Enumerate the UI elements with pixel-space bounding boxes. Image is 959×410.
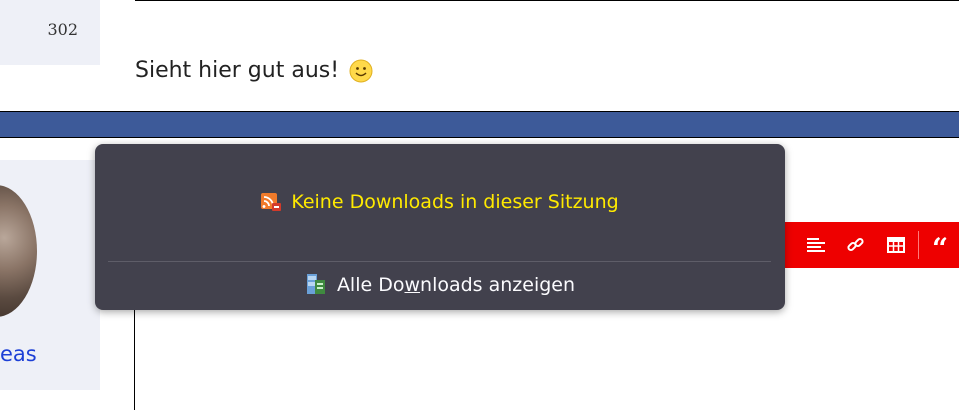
user-info-panel-top: 302 — [0, 0, 100, 65]
post-count: 302 — [47, 20, 78, 39]
toolbar-separator — [918, 231, 919, 259]
table-icon — [887, 237, 905, 253]
post-header-bar — [0, 111, 959, 138]
downloads-panel: Keine Downloads in dieser Sitzung Alle D… — [95, 144, 785, 310]
downloads-icon — [261, 193, 282, 211]
downloads-empty-row: Keine Downloads in dieser Sitzung — [95, 188, 785, 216]
post-divider — [135, 0, 959, 1]
post-message-text: Sieht hier gut aus! — [135, 58, 340, 83]
quote-button[interactable]: “ — [925, 222, 955, 268]
show-all-downloads-button[interactable]: Alle Downloads anzeigen — [95, 270, 785, 300]
quote-icon: “ — [931, 231, 949, 265]
downloads-separator — [108, 261, 771, 262]
align-icon — [807, 238, 825, 252]
user-info-panel: eas — [0, 160, 100, 390]
username-link[interactable]: eas — [0, 342, 37, 366]
show-all-label-end: nloads anzeigen — [420, 274, 576, 296]
downloads-empty-message: Keine Downloads in dieser Sitzung — [291, 191, 619, 213]
show-all-label-start: Alle Do — [336, 274, 405, 296]
show-all-downloads-label: Alle Downloads anzeigen — [337, 274, 575, 296]
avatar[interactable] — [0, 185, 37, 317]
show-all-accesskey: w — [404, 274, 421, 296]
link-icon — [847, 237, 864, 252]
smiley-icon — [349, 59, 373, 82]
editor-toolbar: “ — [780, 222, 959, 268]
post-message: Sieht hier gut aus! — [135, 58, 373, 83]
link-button[interactable] — [836, 222, 876, 268]
table-button[interactable] — [876, 222, 916, 268]
library-icon — [306, 274, 325, 294]
align-button[interactable] — [796, 222, 836, 268]
